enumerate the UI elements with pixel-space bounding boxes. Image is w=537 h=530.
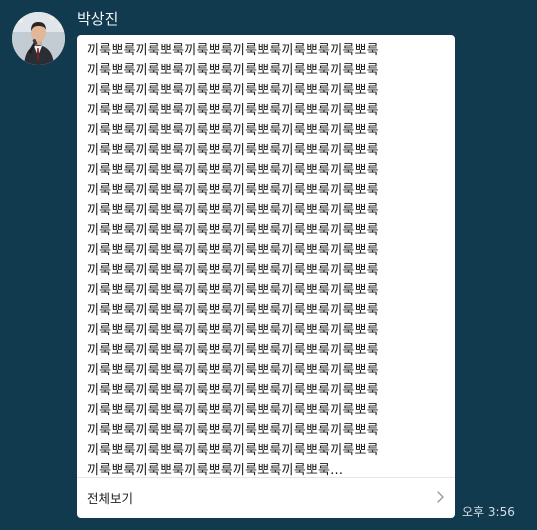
message-line: 끼룩뽀룩끼룩뽀룩끼룩뽀룩끼룩뽀룩끼룩뽀룩끼룩뽀룩 (87, 103, 379, 118)
message-line: 끼룩뽀룩끼룩뽀룩끼룩뽀룩끼룩뽀룩끼룩뽀룩끼룩뽀룩 (87, 403, 379, 418)
chevron-right-icon (437, 491, 444, 503)
timestamp: 오후 3:56 (462, 505, 515, 519)
message-line: 끼룩뽀룩끼룩뽀룩끼룩뽀룩끼룩뽀룩끼룩뽀룩끼룩뽀룩 (87, 383, 379, 398)
message-line: 끼룩뽀룩끼룩뽀룩끼룩뽀룩끼룩뽀룩끼룩뽀룩끼룩뽀룩 (87, 163, 379, 178)
message-line: 끼룩뽀룩끼룩뽀룩끼룩뽀룩끼룩뽀룩끼룩뽀룩끼룩뽀룩 (87, 63, 379, 78)
view-all-button[interactable]: 전체보기 (77, 478, 455, 518)
message-line: 끼룩뽀룩끼룩뽀룩끼룩뽀룩끼룩뽀룩끼룩뽀룩끼룩뽀룩 (87, 283, 379, 298)
profile-photo (12, 12, 65, 65)
message-text: 끼룩뽀룩끼룩뽀룩끼룩뽀룩끼룩뽀룩끼룩뽀룩끼룩뽀룩 끼룩뽀룩끼룩뽀룩끼룩뽀룩끼룩뽀… (87, 41, 449, 481)
avatar[interactable] (12, 12, 65, 65)
message-line: 끼룩뽀룩끼룩뽀룩끼룩뽀룩끼룩뽀룩끼룩뽀룩끼룩뽀룩 (87, 323, 379, 338)
message-line: 끼룩뽀룩끼룩뽀룩끼룩뽀룩끼룩뽀룩끼룩뽀룩끼룩뽀룩 (87, 183, 379, 198)
message-line: 끼룩뽀룩끼룩뽀룩끼룩뽀룩끼룩뽀룩끼룩뽀룩끼룩뽀룩 (87, 203, 379, 218)
message-line: 끼룩뽀룩끼룩뽀룩끼룩뽀룩끼룩뽀룩끼룩뽀룩끼룩뽀룩 (87, 303, 379, 318)
message-line: 끼룩뽀룩끼룩뽀룩끼룩뽀룩끼룩뽀룩끼룩뽀룩끼룩뽀룩 (87, 423, 379, 438)
message-line: 끼룩뽀룩끼룩뽀룩끼룩뽀룩끼룩뽀룩끼룩뽀룩끼룩뽀룩 (87, 263, 379, 278)
message-line: 끼룩뽀룩끼룩뽀룩끼룩뽀룩끼룩뽀룩끼룩뽀룩끼룩뽀룩 (87, 343, 379, 358)
message-line: 끼룩뽀룩끼룩뽀룩끼룩뽀룩끼룩뽀룩끼룩뽀룩끼룩뽀룩 (87, 223, 379, 238)
message-line: 끼룩뽀룩끼룩뽀룩끼룩뽀룩끼룩뽀룩끼룩뽀룩끼룩뽀룩 (87, 83, 379, 98)
message-line: 끼룩뽀룩끼룩뽀룩끼룩뽀룩끼룩뽀룩끼룩뽀룩끼룩뽀룩 (87, 143, 379, 158)
message-line: 끼룩뽀룩끼룩뽀룩끼룩뽀룩끼룩뽀룩끼룩뽀룩끼룩뽀룩 (87, 123, 379, 138)
message-line: 끼룩뽀룩끼룩뽀룩끼룩뽀룩끼룩뽀룩끼룩뽀룩끼룩뽀룩 (87, 443, 379, 458)
message-line: 끼룩뽀룩끼룩뽀룩끼룩뽀룩끼룩뽀룩끼룩뽀룩끼룩뽀룩 (87, 243, 379, 258)
message-line: 끼룩뽀룩끼룩뽀룩끼룩뽀룩끼룩뽀룩끼룩뽀룩끼룩뽀룩 (87, 43, 379, 58)
view-all-label: 전체보기 (87, 491, 134, 506)
message-line: 끼룩뽀룩끼룩뽀룩끼룩뽀룩끼룩뽀룩끼룩뽀룩끼룩뽀룩 (87, 363, 379, 378)
message-bubble[interactable]: 끼룩뽀룩끼룩뽀룩끼룩뽀룩끼룩뽀룩끼룩뽀룩끼룩뽀룩 끼룩뽀룩끼룩뽀룩끼룩뽀룩끼룩뽀… (77, 35, 455, 518)
sender-name: 박상진 (77, 10, 119, 28)
